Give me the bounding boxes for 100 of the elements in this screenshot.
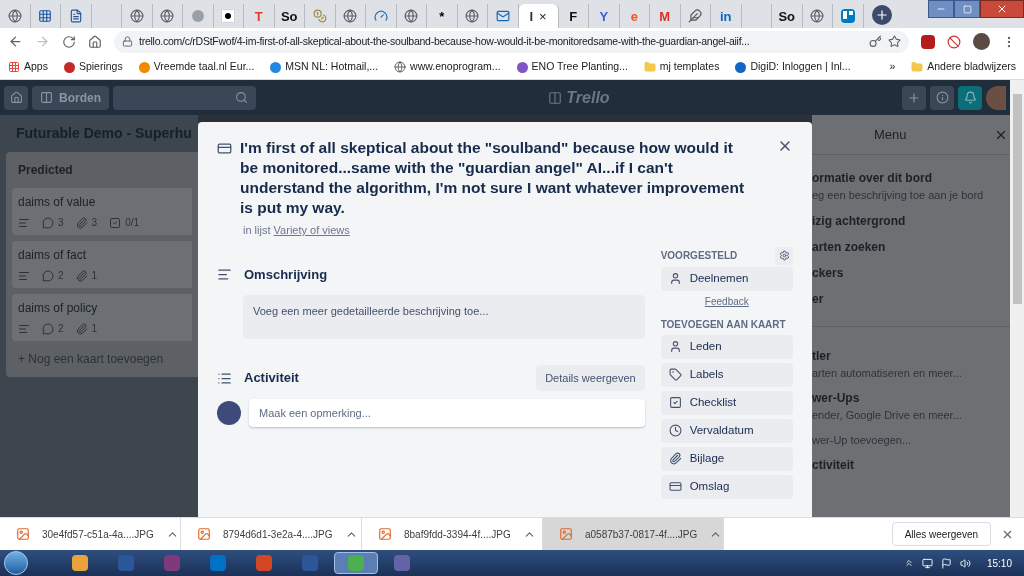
reload-icon[interactable] (62, 34, 76, 49)
trello-logo: Trello (548, 85, 610, 110)
sidebar-button[interactable]: Leden (660, 334, 793, 359)
image-file-icon (559, 527, 573, 541)
activity-icon (217, 370, 232, 386)
paperclip-icon (75, 322, 88, 335)
globe-icon (129, 9, 144, 23)
user-icon (668, 340, 682, 353)
tab-favicon: * (439, 9, 445, 23)
tag-icon (668, 368, 682, 381)
details-button[interactable]: Details weergeven (536, 365, 645, 391)
folder-icon (643, 61, 656, 73)
settings-button[interactable] (775, 246, 793, 265)
sidebar-heading: VOORGESTELD (660, 249, 738, 263)
badge-count: 1 (91, 322, 98, 336)
sidebar-button[interactable]: Omslag (660, 474, 793, 499)
address-field[interactable]: trello.com/c/rDStFwof/4-im-first-of-all-skeptical-about-the-soulband-because-how-would-it-be-monitoredsame-with-the-guardian-angel-aiif... (114, 30, 909, 53)
plus-icon (907, 90, 921, 105)
tab-favicon: M (659, 9, 671, 23)
join-button[interactable]: Deelnemen (660, 266, 793, 291)
clock-time[interactable]: 15:10 (986, 555, 1012, 571)
plus-icon (874, 8, 889, 22)
sidebar-button[interactable]: Bijlage (660, 446, 793, 471)
sidebar-button[interactable]: Checklist (660, 390, 793, 415)
lock-icon (122, 36, 133, 47)
other-bookmarks-link[interactable]: Andere bladwijzers (911, 59, 1016, 75)
description-icon (217, 266, 232, 282)
bell-icon (963, 91, 977, 104)
bookmark-link[interactable]: Apps (8, 59, 48, 75)
notifications-button[interactable] (958, 85, 982, 110)
show-all-button[interactable]: Alles weergeven (891, 522, 991, 546)
download-item[interactable]: a0587b37-0817-4f....JPG (543, 518, 724, 550)
close-window-button[interactable] (980, 0, 1024, 18)
home-button[interactable] (4, 85, 28, 110)
badge-count: 2 (58, 322, 64, 336)
bookmark-link[interactable]: Spierings (63, 59, 123, 75)
feather-icon (688, 9, 703, 23)
start-button[interactable] (4, 551, 28, 575)
restore-button[interactable] (954, 0, 980, 18)
flag-icon[interactable] (940, 557, 952, 569)
card-icon (217, 141, 232, 156)
new-tab-button[interactable] (871, 5, 892, 25)
tab-favicon: So (778, 9, 796, 23)
board-icon (548, 90, 563, 105)
list-link[interactable]: Variety of views (273, 224, 350, 236)
block-extension-icon[interactable] (947, 34, 961, 49)
search-icon (235, 91, 248, 104)
section-heading: Omschrijving (244, 265, 328, 284)
app-icon (164, 555, 180, 571)
profile-avatar[interactable] (973, 33, 990, 50)
user-icon (668, 272, 682, 285)
sidebar-heading: TOEVOEGEN AAN KAART (660, 317, 787, 332)
bookmark-link[interactable]: MSN NL: Hotmail,... (270, 59, 379, 75)
search-field[interactable] (113, 85, 256, 110)
pdf-extension-icon[interactable] (921, 34, 935, 49)
globe-icon (810, 9, 825, 23)
info-button[interactable] (930, 85, 954, 110)
bookmark-link[interactable]: DigiD: Inloggen | Inl... (735, 59, 851, 75)
description-icon (18, 269, 30, 282)
key-icon[interactable] (869, 35, 882, 48)
comment-field[interactable]: Maak een opmerking... (249, 399, 645, 427)
back-icon[interactable] (8, 34, 23, 49)
paperclip-icon (668, 452, 682, 465)
checklist-icon (668, 396, 682, 409)
comment-icon (42, 322, 54, 335)
apps-icon (8, 61, 20, 73)
sidebar-button[interactable]: Labels (660, 362, 793, 387)
browser-tab[interactable]: I × (518, 4, 559, 28)
feedback-link[interactable]: Feedback (704, 293, 749, 309)
network-icon[interactable] (921, 557, 933, 569)
image-file-icon (197, 527, 211, 541)
app-icon (394, 555, 410, 571)
bookmark-star-icon[interactable] (888, 35, 901, 48)
description-field[interactable]: Voeg een meer gedetailleerde beschrijving toe... (243, 295, 645, 339)
coin-icon (312, 9, 327, 23)
tray-arrow-icon[interactable] (903, 558, 914, 568)
bookmark-link[interactable]: mj templates (643, 59, 720, 75)
folder-icon (911, 61, 924, 73)
tab-favicon: Y (599, 9, 609, 23)
more-bookmarks-button[interactable]: » (889, 59, 896, 75)
tab-favicon: in (719, 9, 732, 23)
volume-icon[interactable] (959, 557, 971, 569)
bookmark-link[interactable]: www.enoprogram... (394, 59, 501, 75)
card-icon (668, 480, 682, 493)
bookmark-link[interactable]: Vreemde taal.nl Eur... (138, 59, 255, 75)
minimize-button[interactable] (928, 0, 954, 18)
bookmark-link[interactable]: ENO Tree Planting... (516, 59, 628, 75)
home-icon[interactable] (88, 34, 102, 49)
sidebar-button[interactable]: Vervaldatum (660, 418, 793, 443)
comment-icon (42, 269, 54, 282)
menu-title: Menu (874, 125, 907, 144)
mail-icon (495, 9, 510, 23)
paperclip-icon (75, 269, 88, 282)
close-tab-button[interactable]: × (539, 9, 547, 23)
tab-favicon: T (254, 9, 263, 23)
globe-icon (7, 9, 22, 23)
image-file-icon (378, 527, 392, 541)
board-icon (840, 9, 855, 23)
add-button[interactable] (902, 85, 926, 110)
user-avatar (217, 401, 241, 425)
